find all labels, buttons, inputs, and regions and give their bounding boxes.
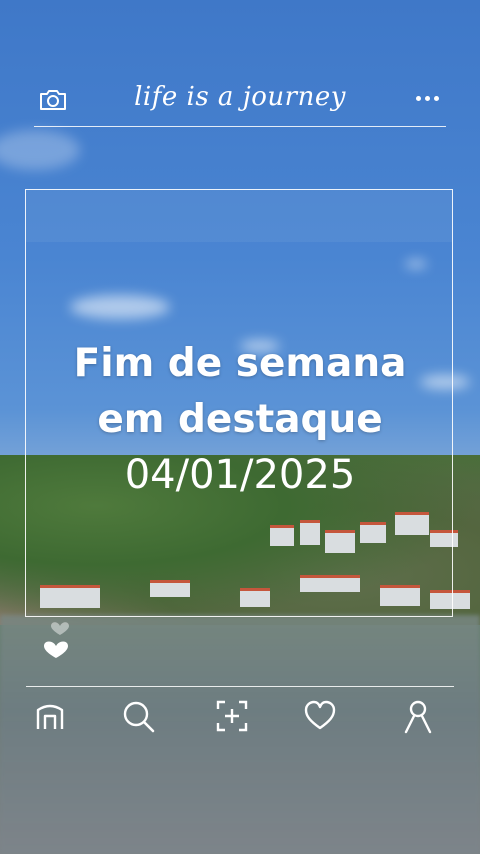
search-icon[interactable] [120, 698, 156, 734]
add-post-icon[interactable] [214, 698, 250, 734]
home-icon[interactable] [32, 698, 68, 734]
app-header: life is a journey [34, 72, 446, 127]
nav-divider [26, 686, 454, 687]
profile-icon[interactable] [400, 698, 436, 734]
bottom-nav [0, 698, 480, 738]
more-dots-icon[interactable] [416, 96, 440, 102]
post-date: 04/01/2025 [124, 452, 356, 498]
heart-icon[interactable] [38, 612, 82, 668]
heart-outline-icon[interactable] [302, 698, 338, 734]
post-headline-line1: Fim de semana [73, 341, 407, 386]
post-headline-line2: em destaque [97, 397, 383, 442]
app-title: life is a journey [134, 82, 346, 112]
